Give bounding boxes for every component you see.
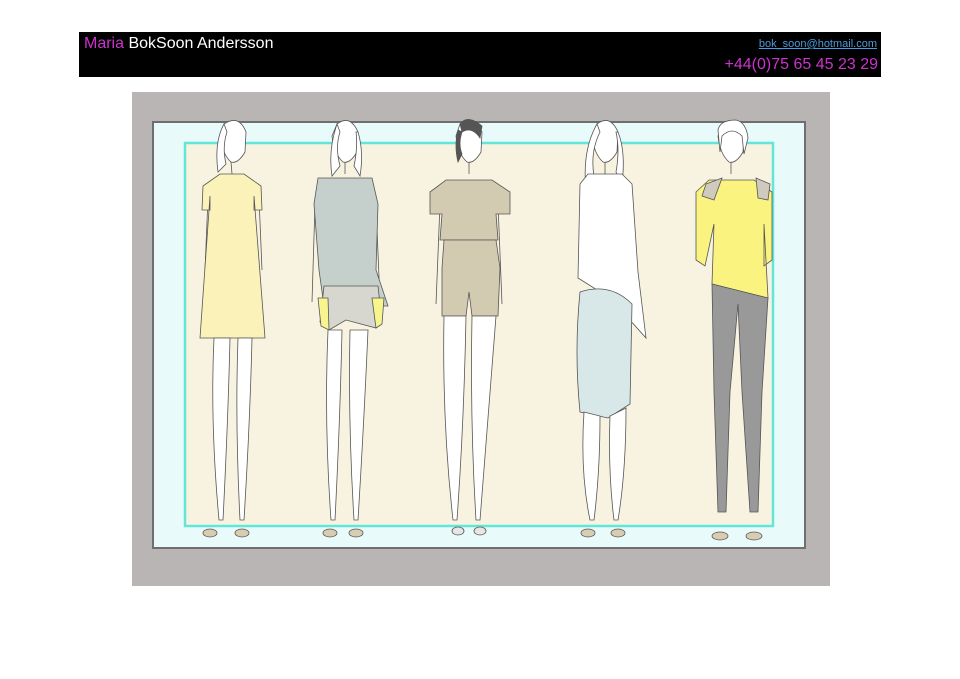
first-name: Maria	[84, 35, 125, 52]
contact-header-bar: Maria BokSoon Andersson bok_soon@hotmail…	[79, 32, 881, 77]
email-link[interactable]: bok_soon@hotmail.com	[759, 38, 877, 50]
designer-name: Maria BokSoon Andersson	[84, 35, 273, 53]
last-name: BokSoon Andersson	[128, 35, 274, 52]
phone-number: +44(0)75 65 45 23 29	[724, 56, 878, 73]
fashion-illustration-board	[132, 92, 830, 586]
